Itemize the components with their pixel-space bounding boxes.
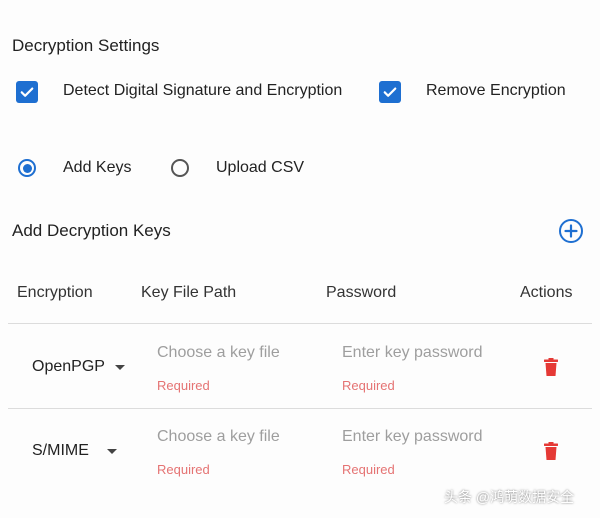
password-error: Required bbox=[342, 462, 395, 477]
decryption-settings-panel: Decryption Settings Detect Digital Signa… bbox=[0, 0, 600, 518]
encryption-select[interactable]: OpenPGP bbox=[32, 358, 125, 376]
encryption-select-value: S/MIME bbox=[32, 442, 89, 459]
key-source-radio-group: Add Keys Upload CSV bbox=[0, 156, 600, 186]
add-decryption-keys-title: Add Decryption Keys bbox=[12, 221, 171, 240]
remove-encryption-checkbox[interactable] bbox=[379, 81, 401, 103]
check-icon bbox=[20, 87, 34, 97]
column-header-actions: Actions bbox=[520, 284, 573, 301]
table-row: S/MIME Required Required bbox=[0, 408, 600, 492]
upload-csv-label: Upload CSV bbox=[216, 159, 305, 176]
trash-icon[interactable] bbox=[544, 442, 558, 460]
add-circle-icon[interactable] bbox=[558, 218, 584, 244]
decryption-options: Detect Digital Signature and Encryption … bbox=[0, 78, 600, 108]
column-header-encryption: Encryption bbox=[17, 284, 93, 301]
password-error: Required bbox=[342, 378, 395, 393]
watermark-text: 头条 @鸿萌数据安全 bbox=[444, 489, 575, 505]
remove-encryption-label: Remove Encryption bbox=[426, 82, 566, 99]
key-file-input[interactable] bbox=[157, 342, 327, 364]
column-header-key-file-path: Key File Path bbox=[141, 284, 237, 301]
table-row: OpenPGP Required Required bbox=[0, 324, 600, 408]
upload-csv-radio[interactable] bbox=[171, 159, 189, 177]
decryption-settings-title: Decryption Settings bbox=[12, 36, 160, 55]
detect-signature-checkbox[interactable] bbox=[16, 81, 38, 103]
check-icon bbox=[383, 87, 397, 97]
caret-down-icon bbox=[114, 364, 125, 370]
detect-signature-label: Detect Digital Signature and Encryption bbox=[63, 82, 343, 99]
password-input[interactable] bbox=[342, 342, 512, 364]
encryption-select-value: OpenPGP bbox=[32, 358, 105, 375]
caret-down-icon bbox=[106, 448, 117, 454]
key-file-error: Required bbox=[157, 462, 210, 477]
key-file-error: Required bbox=[157, 378, 210, 393]
column-header-password: Password bbox=[326, 284, 397, 301]
password-input[interactable] bbox=[342, 426, 512, 448]
add-keys-label: Add Keys bbox=[63, 159, 132, 176]
encryption-select[interactable]: S/MIME bbox=[32, 442, 117, 460]
add-keys-radio[interactable] bbox=[18, 159, 36, 177]
key-file-input[interactable] bbox=[157, 426, 327, 448]
trash-icon[interactable] bbox=[544, 358, 558, 376]
